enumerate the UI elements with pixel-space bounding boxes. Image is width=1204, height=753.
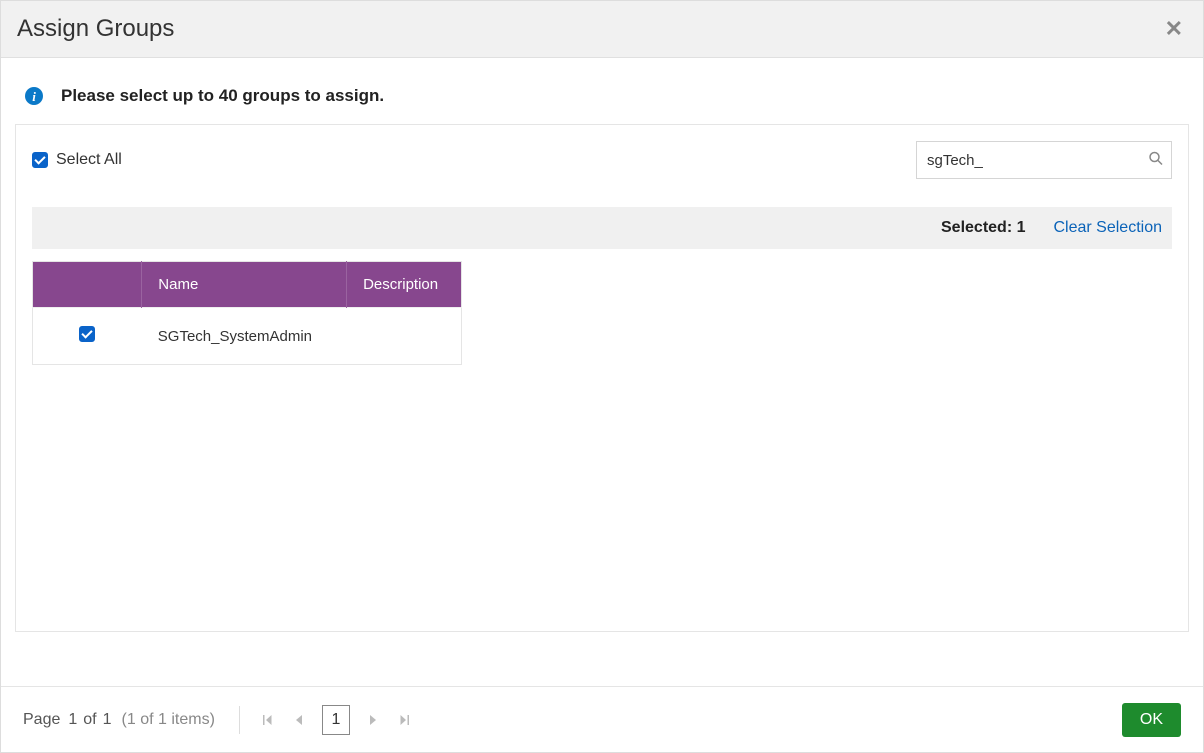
select-all-label: Select All — [56, 151, 122, 169]
table-row[interactable]: SGTech_SystemAdmin — [33, 308, 462, 365]
search-field-wrap — [916, 141, 1172, 179]
info-icon: i — [25, 87, 43, 105]
col-checkbox — [33, 262, 142, 308]
row-name: SGTech_SystemAdmin — [142, 308, 347, 365]
select-all-control[interactable]: Select All — [32, 151, 122, 169]
groups-panel: Select All Selected: 1 — [15, 124, 1189, 632]
selected-label: Selected: — [941, 219, 1012, 236]
row-checkbox[interactable] — [79, 326, 95, 342]
select-all-checkbox[interactable] — [32, 152, 48, 168]
dialog-header: Assign Groups ✕ — [1, 1, 1203, 58]
panel-top-row: Select All — [32, 141, 1172, 179]
dialog-footer: Page 1 of 1 (1 of 1 items) 1 OK — [1, 686, 1203, 752]
pager-total: 1 — [103, 711, 112, 729]
pager-of-word: of — [83, 711, 96, 729]
row-checkbox-cell — [33, 308, 142, 365]
pager-last-icon[interactable] — [392, 705, 418, 735]
search-input[interactable] — [916, 141, 1172, 179]
pager-next-icon[interactable] — [360, 705, 386, 735]
pager-current: 1 — [68, 711, 77, 729]
selected-count-value: 1 — [1017, 219, 1026, 236]
col-description: Description — [347, 262, 462, 308]
info-text: Please select up to 40 groups to assign. — [61, 86, 384, 106]
pager: Page 1 of 1 (1 of 1 items) 1 — [23, 705, 418, 735]
groups-table: Name Description SGTech_SystemAdmin — [32, 261, 462, 365]
info-banner: i Please select up to 40 groups to assig… — [15, 76, 1189, 124]
pager-separator — [239, 706, 240, 734]
ok-button[interactable]: OK — [1122, 703, 1181, 737]
dialog-body: i Please select up to 40 groups to assig… — [1, 58, 1203, 686]
selection-status-bar: Selected: 1 Clear Selection — [32, 207, 1172, 249]
dialog-title: Assign Groups — [17, 15, 174, 43]
pager-page-number[interactable]: 1 — [322, 705, 350, 735]
pager-first-icon[interactable] — [254, 705, 280, 735]
clear-selection-link[interactable]: Clear Selection — [1054, 219, 1163, 237]
col-name: Name — [142, 262, 347, 308]
assign-groups-dialog: Assign Groups ✕ i Please select up to 40… — [0, 0, 1204, 753]
pager-page-word: Page — [23, 711, 60, 729]
pager-items-text: (1 of 1 items) — [122, 711, 215, 729]
close-icon[interactable]: ✕ — [1165, 18, 1183, 40]
row-description — [347, 308, 462, 365]
selected-count: Selected: 1 — [941, 219, 1026, 237]
search-icon[interactable] — [1148, 151, 1164, 170]
table-area: Name Description SGTech_SystemAdmin — [32, 261, 1172, 631]
pager-prev-icon[interactable] — [286, 705, 312, 735]
